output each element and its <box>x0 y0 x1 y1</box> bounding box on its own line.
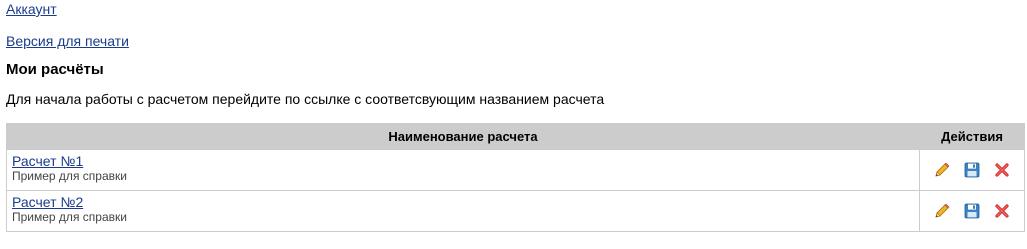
floppy-disk-icon[interactable] <box>963 202 981 220</box>
pencil-icon[interactable] <box>933 202 951 220</box>
table-row: Расчет №1 Пример для справки <box>6 149 1025 191</box>
page-title: Мои расчёты <box>6 61 104 78</box>
delete-x-icon[interactable] <box>993 202 1011 220</box>
table-header-row: Наименование расчета Действия <box>6 123 1025 150</box>
calc-description: Пример для справки <box>12 169 127 183</box>
calc-name-cell: Расчет №1 Пример для справки <box>6 149 920 191</box>
actions-cell <box>919 190 1025 232</box>
calc-name-link[interactable]: Расчет №2 <box>12 195 919 210</box>
page: Аккаунт Версия для печати Мои расчёты Дл… <box>0 0 1027 249</box>
account-link[interactable]: Аккаунт <box>6 1 57 17</box>
delete-x-icon[interactable] <box>993 161 1011 179</box>
calc-description: Пример для справки <box>12 210 127 224</box>
pencil-icon[interactable] <box>933 161 951 179</box>
calc-name-cell: Расчет №2 Пример для справки <box>6 190 920 232</box>
column-header-actions: Действия <box>919 123 1025 150</box>
table-row: Расчет №2 Пример для справки <box>6 190 1025 232</box>
actions-cell <box>919 149 1025 191</box>
floppy-disk-icon[interactable] <box>963 161 981 179</box>
calc-name-link[interactable]: Расчет №1 <box>12 154 919 169</box>
print-version-link[interactable]: Версия для печати <box>6 33 129 49</box>
intro-text: Для начала работы с расчетом перейдите п… <box>6 91 605 107</box>
calculations-table: Наименование расчета Действия Расчет №1 … <box>6 123 1025 232</box>
column-header-name: Наименование расчета <box>6 123 920 150</box>
